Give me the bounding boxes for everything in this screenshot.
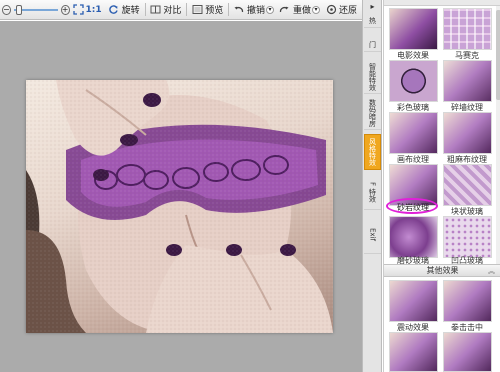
effect-thumb-shake[interactable] — [389, 280, 438, 322]
tab-f-effects[interactable]: F 特效 — [364, 176, 381, 210]
undo-button[interactable]: 撤销 ▾ — [233, 3, 274, 16]
restore-button[interactable]: 还原 — [325, 3, 357, 16]
effect-category-tabs: ▸ 热 门 智能特效 数码暗房 风格特效 F 特效 Exif — [362, 0, 382, 372]
zoom-in-button[interactable]: + — [60, 4, 70, 15]
toolbar-divider — [228, 3, 229, 16]
collapse-icon[interactable]: ︽ — [488, 266, 495, 276]
effect-thumb-stained-glass[interactable] — [389, 60, 438, 102]
expand-panel-icon[interactable]: ▸ — [364, 2, 381, 12]
rotate-label: 旋转 — [121, 6, 140, 16]
panel-scrollbar-thumb[interactable] — [496, 10, 500, 100]
rotate-icon — [108, 4, 120, 16]
redo-button[interactable]: 重做 ▾ — [279, 3, 320, 16]
panel-scrollbar[interactable] — [496, 6, 500, 264]
mosaic-grid — [444, 9, 491, 49]
tab-smart-effects[interactable]: 智能特效 — [364, 60, 381, 94]
zoom-out-button[interactable]: − — [2, 4, 11, 15]
preview-label: 预览 — [205, 6, 224, 16]
zoom-slider-thumb[interactable] — [16, 4, 23, 15]
redo-icon — [279, 4, 291, 16]
effect-thumb-punch[interactable] — [443, 280, 492, 322]
fit-window-icon[interactable] — [72, 4, 84, 16]
effects-panel: 电影效果 马赛克 彩色玻璃 碎墙纹理 画布纹理 粗麻布纹理 砂岩纹理 块状玻璃 … — [383, 0, 500, 372]
other-effects-title: 其他效果 — [426, 266, 459, 275]
panel-header-bar — [384, 0, 500, 6]
redo-dropdown-icon[interactable]: ▾ — [312, 5, 320, 14]
toolbar-divider — [144, 3, 146, 16]
image-canvas[interactable] — [0, 21, 362, 372]
tab-hot-1[interactable]: 热 — [364, 14, 381, 28]
effect-thumb-burlap[interactable] — [443, 112, 492, 154]
effect-thumb-frosted-glass[interactable] — [389, 216, 438, 258]
effect-label-sandstone[interactable]: 砂岩纹理 — [384, 202, 442, 213]
effect-thumb-more-2[interactable] — [443, 332, 492, 372]
actual-size-button[interactable]: 1:1 — [86, 5, 102, 15]
tab-digital-darkroom[interactable]: 数码暗房 — [364, 96, 381, 130]
compare-icon — [149, 4, 161, 16]
toolbar: − + 1:1 旋转 对比 预览 撤销 ▾ 重做 ▾ 还原 — [0, 0, 362, 20]
other-effects-header[interactable]: 其他效果 ︽ — [384, 264, 500, 277]
effect-thumb-bumpy-glass[interactable] — [443, 216, 492, 258]
compare-label: 对比 — [163, 6, 182, 16]
restore-label: 还原 — [339, 6, 358, 16]
tab-exif[interactable]: Exif — [364, 216, 381, 254]
tab-hot-2[interactable]: 门 — [364, 38, 381, 52]
undo-label: 撤销 — [246, 6, 265, 16]
undo-icon — [233, 4, 245, 16]
effect-thumb-block-glass[interactable] — [443, 164, 492, 206]
effect-thumb-brick[interactable] — [443, 60, 492, 102]
preview-button[interactable]: 预览 — [191, 3, 223, 16]
rotate-button[interactable]: 旋转 — [108, 3, 140, 16]
tab-style-effects[interactable]: 风格特效 — [364, 134, 381, 170]
effect-thumb-more-1[interactable] — [389, 332, 438, 372]
effect-thumb-film[interactable] — [389, 8, 438, 50]
effect-thumb-canvas[interactable] — [389, 112, 438, 154]
effect-thumb-mosaic[interactable] — [443, 8, 492, 50]
edited-photo — [26, 80, 333, 333]
undo-dropdown-icon[interactable]: ▾ — [265, 5, 274, 14]
compare-button[interactable]: 对比 — [149, 3, 181, 16]
zoom-slider[interactable] — [13, 4, 58, 15]
preview-icon — [191, 4, 203, 16]
toolbar-divider — [186, 3, 188, 16]
redo-label: 重做 — [292, 6, 311, 16]
restore-icon — [325, 4, 337, 16]
